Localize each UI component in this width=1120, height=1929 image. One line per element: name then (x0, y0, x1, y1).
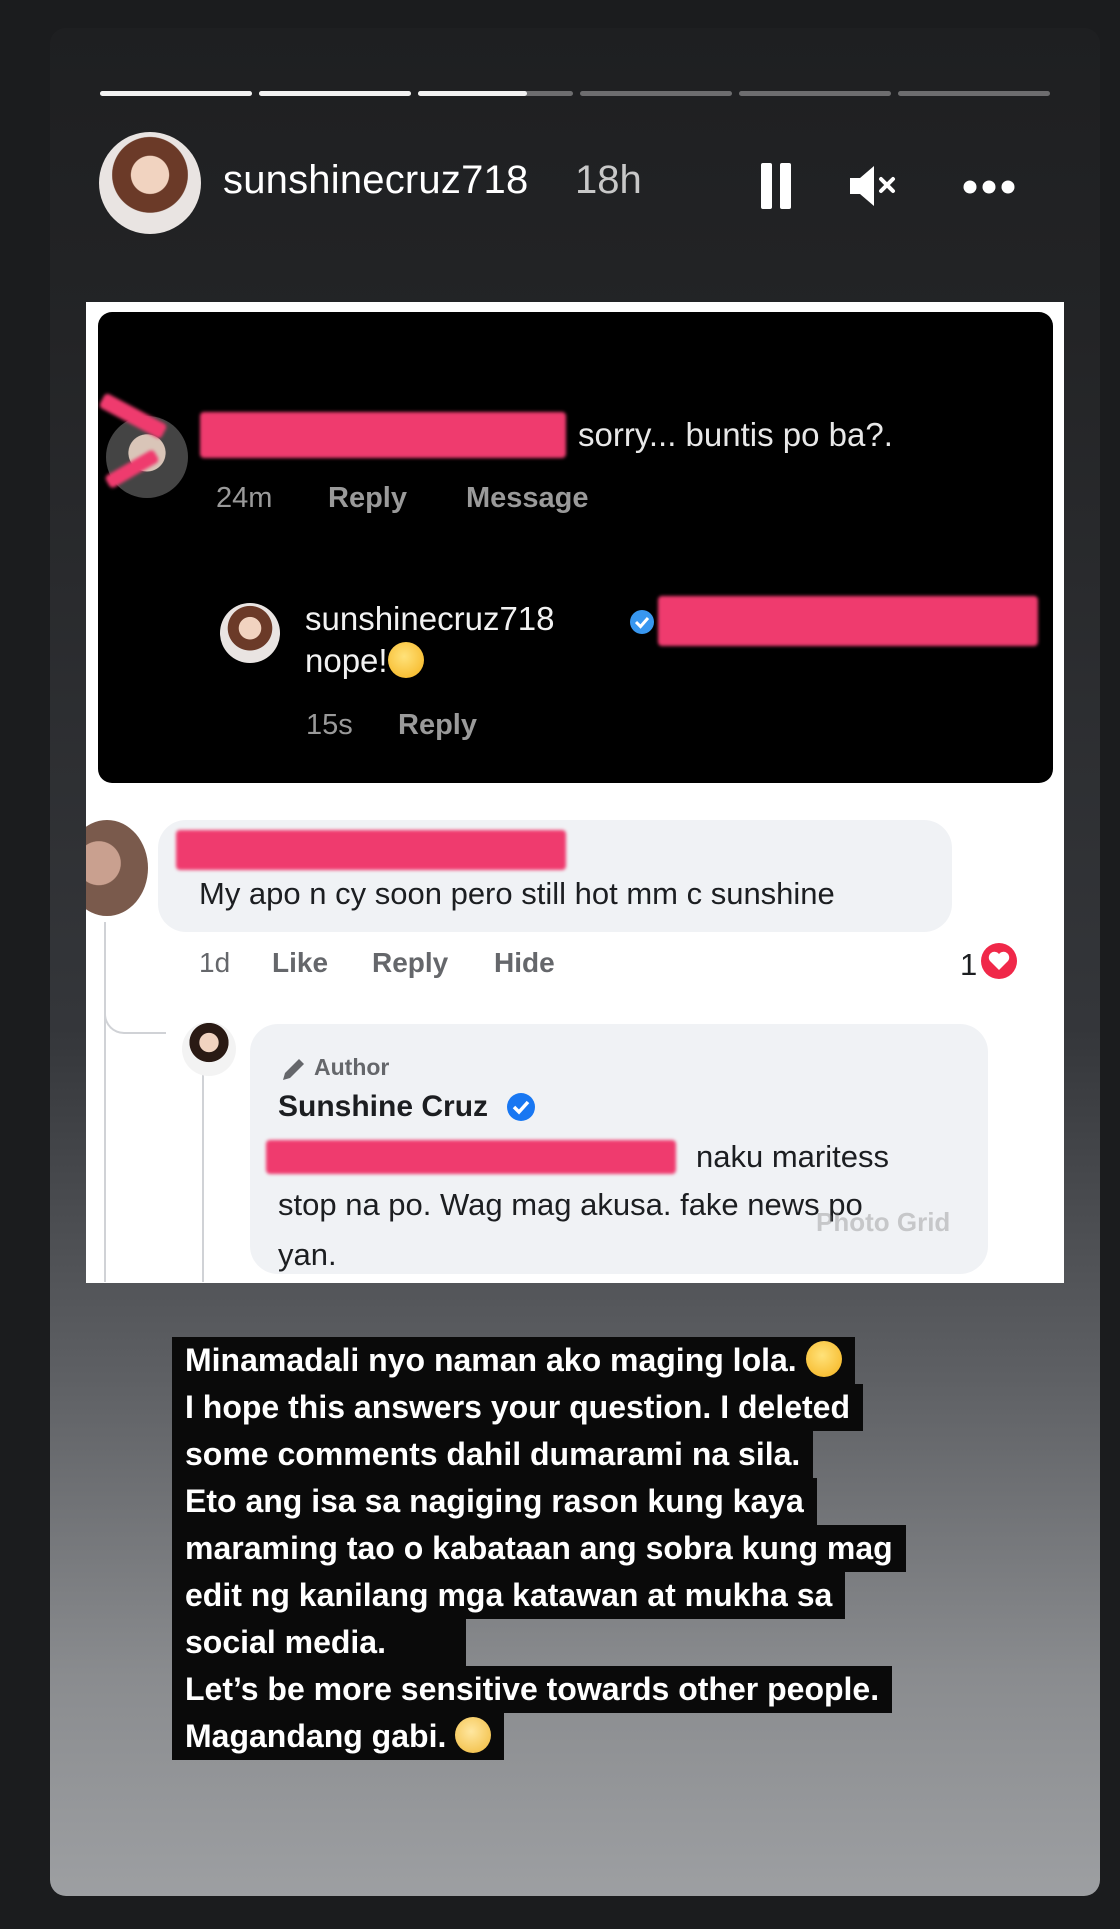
story-username[interactable]: sunshinecruz718 (223, 158, 528, 203)
muted-speaker-icon[interactable] (848, 163, 900, 209)
author-avatar (182, 1022, 236, 1076)
fb-commenter-avatar (86, 820, 148, 916)
author-name[interactable]: Sunshine Cruz (278, 1090, 488, 1124)
thread-line (202, 1072, 204, 1282)
redaction-mark (200, 412, 566, 458)
story-progress-segment (418, 91, 573, 96)
verified-badge-icon (629, 609, 655, 635)
pencil-icon (279, 1054, 309, 1084)
reply-avatar (220, 603, 280, 663)
heart-reaction-icon[interactable] (980, 942, 1018, 980)
redaction-mark (658, 596, 1038, 646)
thread-line (104, 922, 106, 1282)
user-avatar[interactable] (99, 132, 201, 234)
message-button[interactable]: Message (466, 482, 589, 515)
caption-line: social media. (172, 1619, 466, 1666)
reply-button[interactable]: Reply (398, 709, 477, 742)
caption-line: Eto ang isa sa nagiging rason kung kaya (172, 1478, 817, 1525)
caption-line: edit ng kanilang mga katawan at mukha sa (172, 1572, 846, 1619)
caption-line: I hope this answers your question. I del… (172, 1384, 864, 1431)
photogrid-watermark: Photo Grid (816, 1207, 951, 1237)
fb-comment-time: 1d (199, 947, 231, 978)
laughing-emoji-icon (805, 1341, 842, 1377)
comment-text: sorry... buntis po ba?. (578, 416, 893, 453)
reply-button[interactable]: Reply (372, 947, 448, 979)
instagram-comments-panel: sorry... buntis po ba?. 24m Reply Messag… (98, 312, 1053, 783)
author-reply-line: naku maritess (696, 1139, 889, 1174)
smiling-emoji-icon (455, 1717, 492, 1753)
caption-line: Let’s be more sensitive towards other pe… (172, 1666, 893, 1713)
redaction-mark (176, 830, 566, 870)
hide-button[interactable]: Hide (494, 947, 555, 979)
verified-badge-icon (506, 1092, 536, 1122)
reply-button[interactable]: Reply (328, 482, 407, 515)
story-progress-segment (580, 91, 732, 96)
fb-comment-text: My apo n cy soon pero still hot mm c sun… (199, 876, 835, 911)
reply-text: nope! (305, 642, 424, 680)
story-viewer[interactable]: sunshinecruz718 18h sorry... buntis po b… (50, 28, 1100, 1896)
laughing-emoji-icon (387, 642, 424, 678)
caption-line: Magandang gabi. (172, 1713, 505, 1760)
caption-line: maraming tao o kabataan ang sobra kung m… (172, 1525, 906, 1572)
story-progress-segment (739, 91, 891, 96)
story-progress-segment (259, 91, 411, 96)
comments-screenshot: sorry... buntis po ba?. 24m Reply Messag… (86, 302, 1064, 1283)
author-badge: Author (314, 1054, 390, 1080)
reply-time: 15s (306, 709, 353, 741)
pause-icon[interactable] (758, 161, 794, 211)
story-time: 18h (575, 158, 642, 202)
more-options-icon[interactable] (962, 177, 1016, 197)
author-reply-line: stop na po. Wag mag akusa. fake news po (278, 1187, 863, 1222)
story-progress-segment (898, 91, 1050, 96)
like-button[interactable]: Like (272, 947, 328, 979)
thread-connector (104, 992, 166, 1034)
redaction-mark (266, 1140, 676, 1174)
caption-line: some comments dahil dumarami na sila. (172, 1431, 814, 1478)
author-reply-line: yan. (278, 1237, 337, 1272)
comment-time: 24m (216, 482, 273, 514)
reply-username[interactable]: sunshinecruz718 (305, 600, 555, 638)
caption-line: Minamadali nyo naman ako maging lola. (172, 1337, 855, 1384)
reaction-count: 1 (960, 947, 978, 982)
story-progress-segment (100, 91, 252, 96)
